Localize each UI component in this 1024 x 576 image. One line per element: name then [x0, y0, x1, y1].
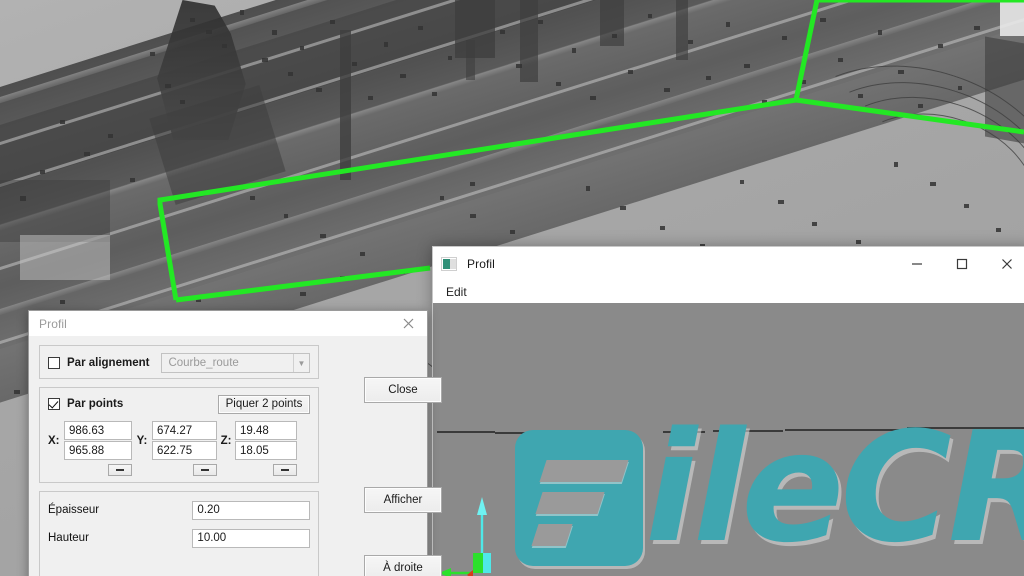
axis-label-z: Z: [220, 434, 232, 447]
alignment-group: Par alignement Courbe_route ▼ [39, 345, 319, 379]
profil-dialog-title: Profil [39, 316, 67, 331]
profile-section-line-6 [907, 427, 1024, 429]
app-icon [441, 257, 457, 271]
axis-label-x: X: [48, 434, 60, 447]
profil-window-titlebar[interactable]: Profil [433, 247, 1024, 281]
profile-viewport[interactable] [433, 303, 1024, 576]
close-button[interactable]: Close [364, 377, 442, 403]
close-icon[interactable] [984, 249, 1024, 279]
epaisseur-input[interactable]: 0.20 [192, 500, 310, 520]
minimize-icon[interactable] [894, 249, 939, 279]
profil-window-menubar[interactable]: Edit [433, 281, 1024, 303]
profil-dialog[interactable]: Profil Par alignement Courbe_route ▼ Par… [28, 310, 442, 576]
hauteur-input[interactable]: 10.00 [192, 528, 310, 548]
a-droite-button[interactable]: À droite [364, 555, 442, 576]
profil-dialog-titlebar[interactable]: Profil [29, 311, 427, 337]
profile-section-line-4 [713, 430, 783, 432]
par-points-checkbox[interactable] [48, 398, 60, 410]
hauteur-label: Hauteur [48, 532, 89, 544]
alignment-combo[interactable]: Courbe_route ▼ [161, 353, 310, 373]
par-points-label: Par points [67, 398, 124, 410]
screen: Profil Edit ileCR Profil Par alignement … [0, 0, 1024, 576]
chevron-down-icon[interactable]: ▼ [293, 354, 309, 372]
x-value-2[interactable]: 965.88 [64, 441, 132, 460]
menu-item-edit[interactable]: Edit [441, 284, 472, 300]
par-alignement-label: Par alignement [67, 357, 150, 369]
profile-section-line-1 [437, 431, 495, 433]
close-icon[interactable] [391, 312, 425, 336]
afficher-button[interactable]: Afficher [364, 487, 442, 513]
y-value-2[interactable]: 622.75 [152, 441, 217, 460]
profil-dialog-body: Par alignement Courbe_route ▼ Par points… [29, 337, 442, 576]
x-value-1[interactable]: 986.63 [64, 421, 132, 440]
profil-viewer-window[interactable]: Profil Edit [432, 246, 1024, 576]
y-value-1[interactable]: 674.27 [152, 421, 217, 440]
y-minus-icon[interactable] [193, 464, 217, 476]
piquer-2-points-button[interactable]: Piquer 2 points [218, 394, 310, 414]
points-group: Par points Piquer 2 points X: 986.63 965… [39, 387, 319, 483]
z-value-1[interactable]: 19.48 [235, 421, 297, 440]
axis-label-y: Y: [136, 434, 148, 447]
profile-section-line-3 [663, 431, 705, 433]
maximize-icon[interactable] [939, 249, 984, 279]
params-group: Épaisseur 0.20 Hauteur 10.00 [39, 491, 319, 576]
par-alignement-checkbox[interactable] [48, 357, 60, 369]
profile-section-line-2 [495, 432, 555, 434]
epaisseur-label: Épaisseur [48, 504, 100, 516]
alignment-combo-value: Courbe_route [168, 357, 239, 369]
z-value-2[interactable]: 18.05 [235, 441, 297, 460]
z-minus-icon[interactable] [273, 464, 297, 476]
profile-section-line-5 [785, 429, 905, 431]
x-minus-icon[interactable] [108, 464, 132, 476]
axis-gizmo [439, 497, 491, 576]
profil-window-title: Profil [467, 257, 495, 271]
